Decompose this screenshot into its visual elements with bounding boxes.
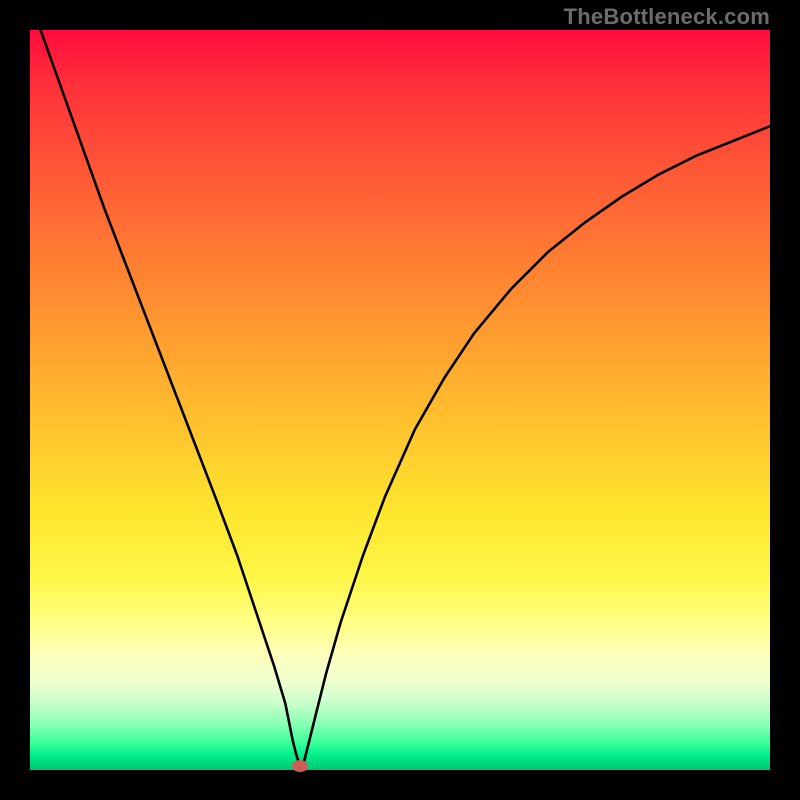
optimal-point-marker [292,760,308,772]
bottleneck-curve [30,0,770,766]
chart-frame: TheBottleneck.com [0,0,800,800]
curve-svg [30,30,770,770]
watermark-text: TheBottleneck.com [564,4,770,30]
plot-area [30,30,770,770]
